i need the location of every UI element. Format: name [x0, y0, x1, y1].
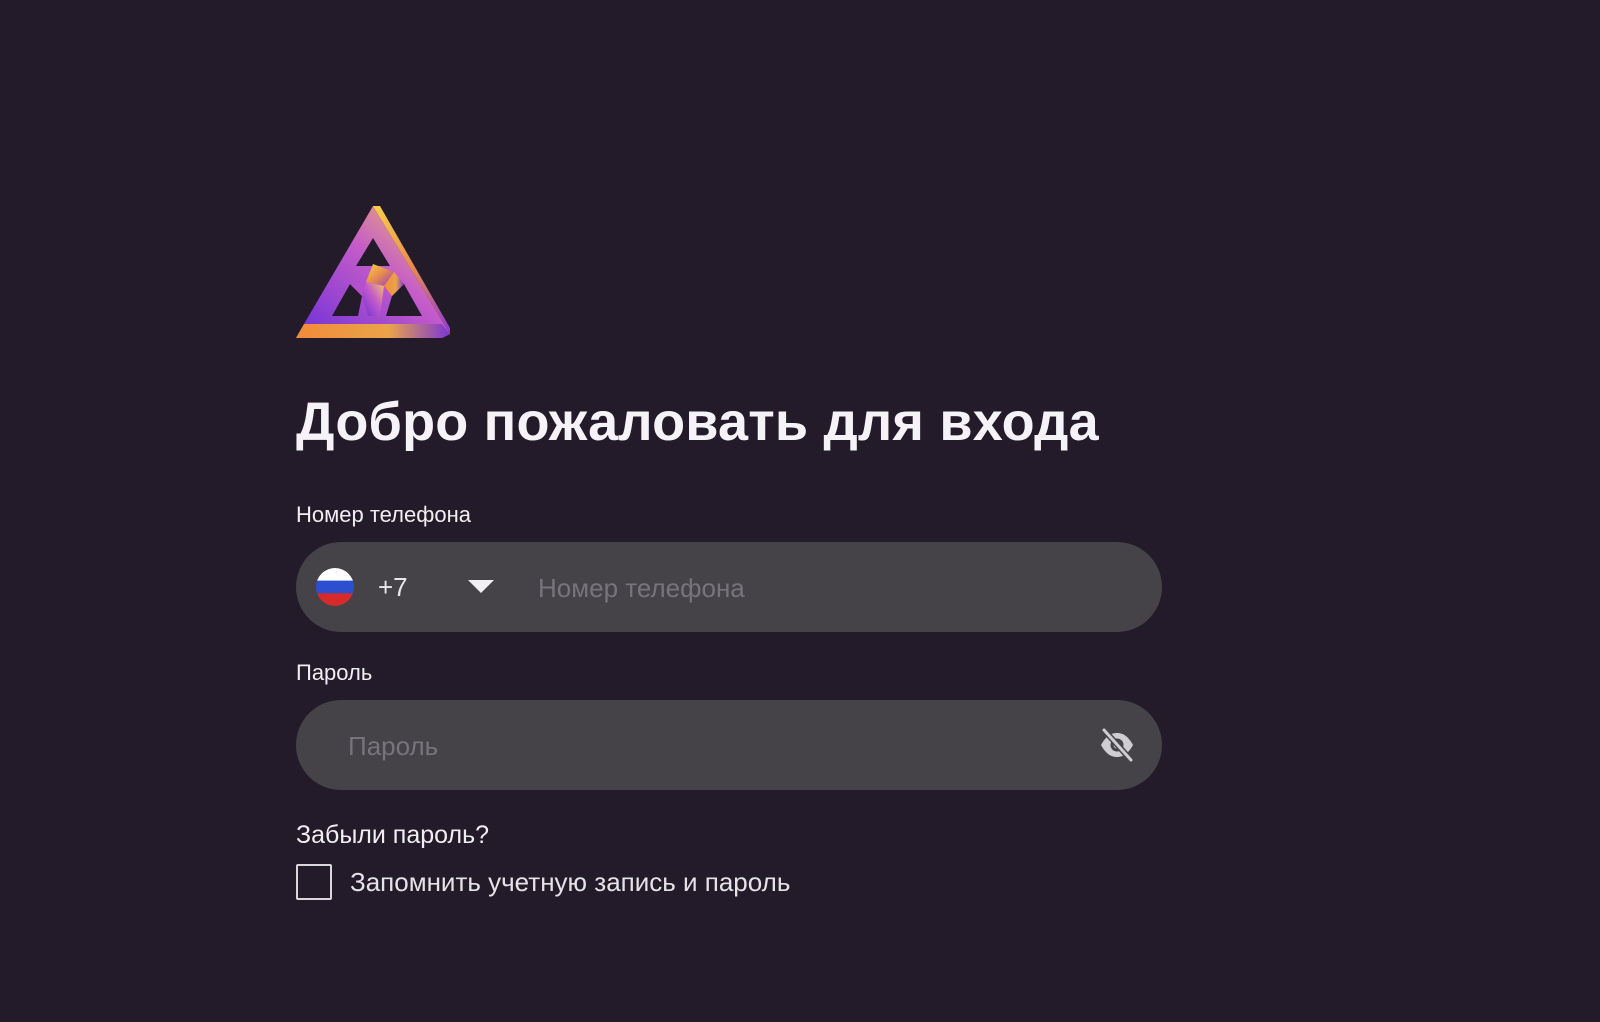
- phone-input[interactable]: [536, 542, 1120, 634]
- login-page: Добро пожаловать для входа Номер телефон…: [0, 0, 1600, 1022]
- remember-me-label[interactable]: Запомнить учетную запись и пароль: [350, 867, 790, 897]
- brand-logo-icon: [296, 206, 450, 338]
- login-form: Добро пожаловать для входа Номер телефон…: [296, 206, 1162, 900]
- page-title: Добро пожаловать для входа: [296, 392, 1099, 452]
- phone-field[interactable]: +7: [296, 542, 1162, 634]
- chevron-down-icon[interactable]: [468, 580, 494, 594]
- phone-label: Номер телефона: [296, 502, 471, 527]
- forgot-password-link[interactable]: Забыли пароль?: [296, 820, 489, 850]
- password-label: Пароль: [296, 660, 373, 685]
- eye-off-icon[interactable]: [1098, 726, 1136, 764]
- password-field[interactable]: [296, 700, 1162, 792]
- russia-flag-icon[interactable]: [316, 568, 354, 606]
- password-input[interactable]: [346, 700, 1070, 792]
- country-code[interactable]: +7: [378, 572, 408, 602]
- remember-me-checkbox[interactable]: [296, 864, 332, 900]
- remember-me-row[interactable]: Запомнить учетную запись и пароль: [296, 864, 1162, 900]
